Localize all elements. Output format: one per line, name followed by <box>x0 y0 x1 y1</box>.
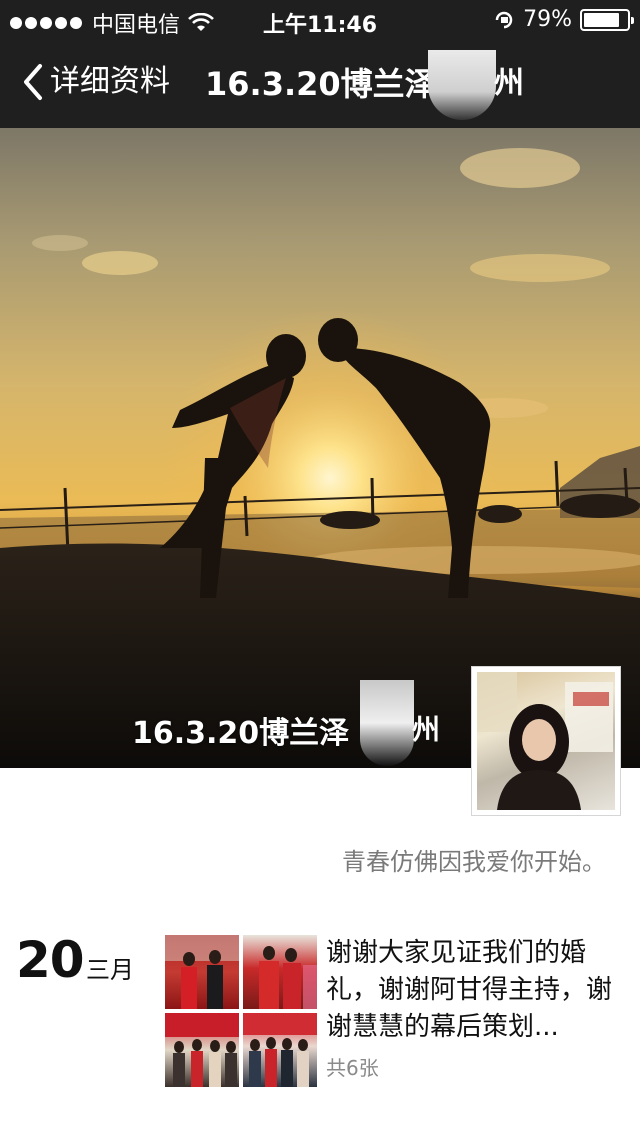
moment-post[interactable]: 20 三月 谢谢大家见证我们的婚礼，谢谢阿甘得主持，谢谢慧慧的幕后策划... 共… <box>0 930 640 1090</box>
title-redaction <box>428 50 496 120</box>
post-photo-thumbnail[interactable] <box>243 1013 317 1087</box>
rotation-lock-icon <box>495 11 513 28</box>
page-title: 16.3.20博兰泽 <box>205 65 437 103</box>
post-month: 三月 <box>86 956 134 984</box>
post-text[interactable]: 谢谢大家见证我们的婚礼，谢谢阿甘得主持，谢谢慧慧的幕后策划... <box>326 935 626 1046</box>
avatar-photo <box>477 672 615 810</box>
screen: 中国电信 上午11:46 79% 详细资料 16.3.20博兰泽 州 16.3.… <box>0 0 640 1136</box>
post-photo-thumbnail[interactable] <box>243 935 317 1009</box>
cover-title-tail: 州 <box>412 713 441 746</box>
post-photo-grid[interactable] <box>165 935 317 1087</box>
battery-percentage: 79% <box>523 7 572 32</box>
back-button-label: 详细资料 <box>50 64 170 99</box>
navigation-bar: 详细资料 16.3.20博兰泽 州 <box>0 40 640 128</box>
avatar[interactable] <box>471 666 621 816</box>
post-photo-thumbnail[interactable] <box>165 935 239 1009</box>
back-button[interactable]: 详细资料 <box>20 62 170 102</box>
status-bar: 中国电信 上午11:46 79% <box>0 0 640 40</box>
battery-icon <box>580 8 634 31</box>
cover-title-redaction <box>360 680 414 766</box>
post-photo-thumbnail[interactable] <box>165 1013 239 1087</box>
back-chevron-icon <box>24 64 42 100</box>
top-bar: 中国电信 上午11:46 79% 详细资料 16.3.20博兰泽 州 <box>0 0 640 128</box>
page-title-tail: 州 <box>494 66 524 101</box>
cover-title: 16.3.20博兰泽 <box>132 716 350 751</box>
post-day: 20 <box>16 931 85 989</box>
profile-signature: 青春仿佛因我爱你开始。 <box>342 848 606 876</box>
post-photo-count: 共6张 <box>326 1056 379 1080</box>
